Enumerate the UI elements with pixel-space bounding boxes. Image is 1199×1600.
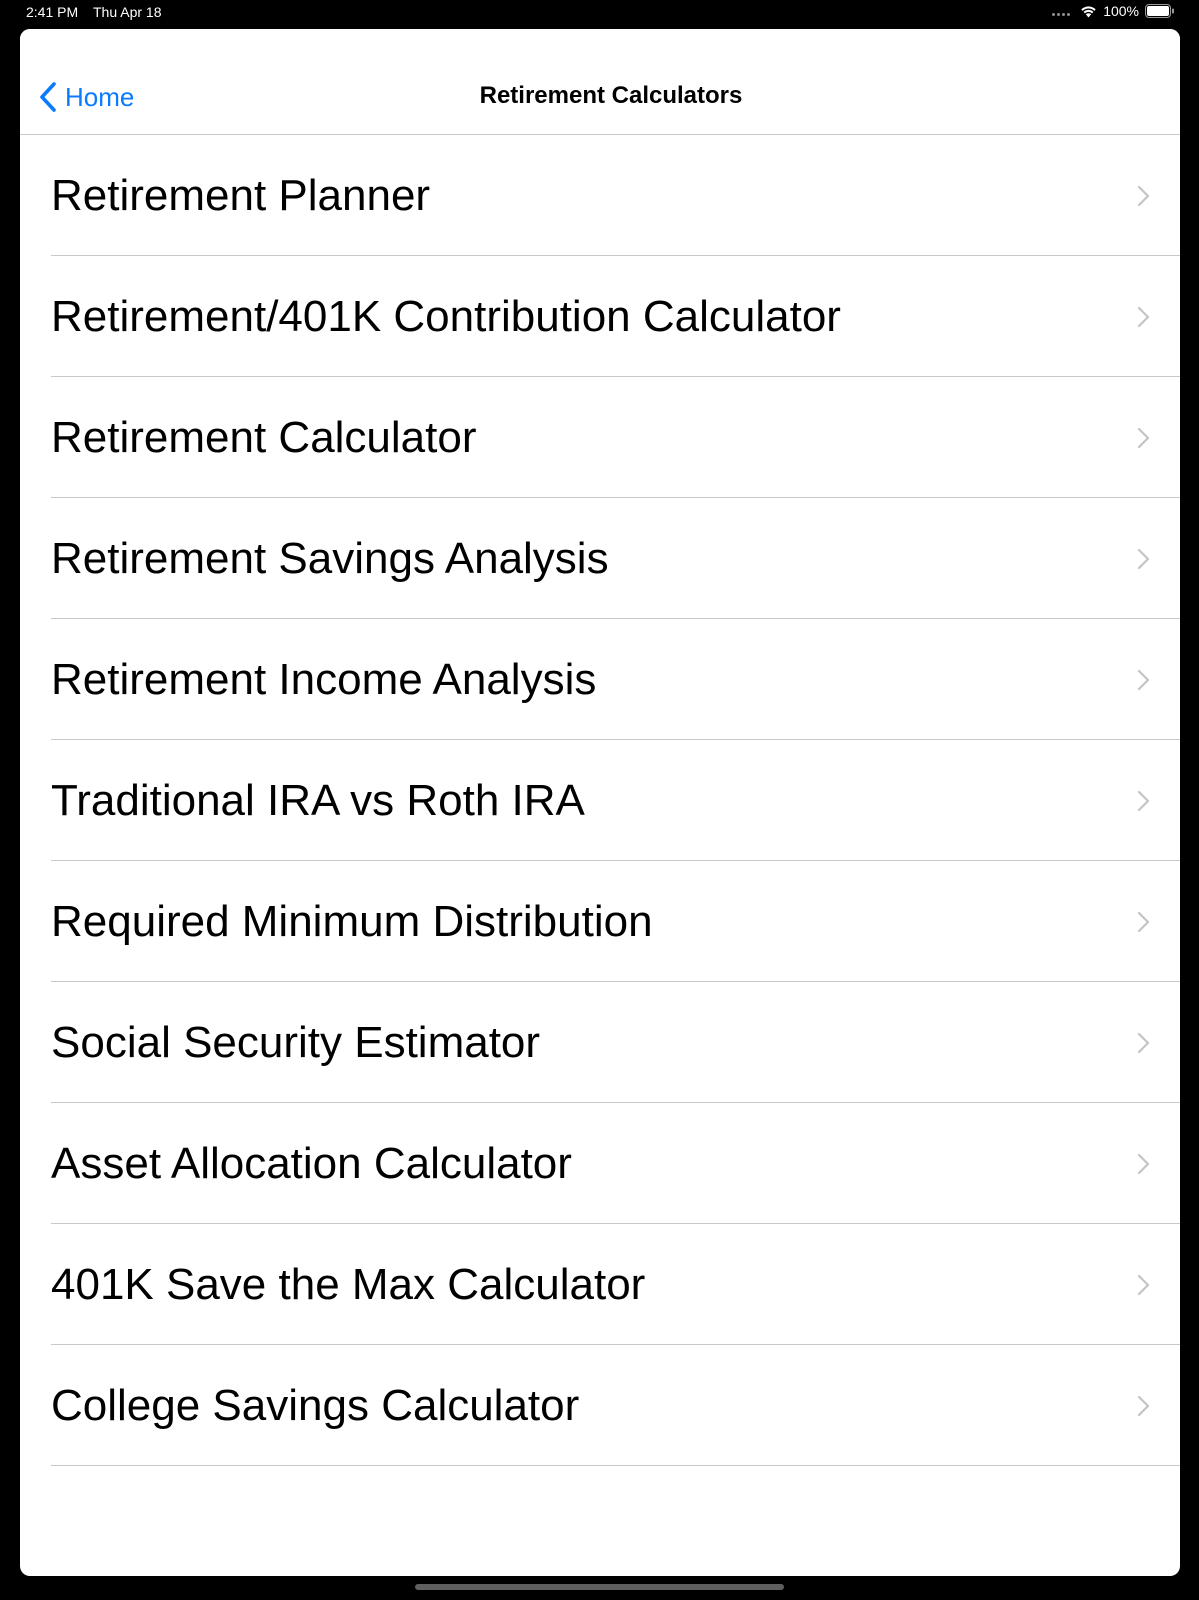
list-item[interactable]: Retirement Calculator — [20, 377, 1180, 498]
wifi-icon — [1081, 5, 1096, 17]
chevron-right-icon — [1137, 548, 1150, 569]
chevron-right-icon — [1137, 1032, 1150, 1053]
status-time: 2:41 PM — [26, 4, 79, 20]
chevron-right-icon — [1137, 790, 1150, 811]
chevron-right-icon — [1137, 1274, 1150, 1295]
status-indicators: 100% — [1052, 3, 1175, 19]
list-item[interactable]: Traditional IRA vs Roth IRA — [20, 740, 1180, 861]
list-item-label: Traditional IRA vs Roth IRA — [51, 775, 585, 825]
list-item[interactable]: Retirement Planner — [20, 135, 1180, 256]
list-item[interactable]: 401K Save the Max Calculator — [20, 1224, 1180, 1345]
home-indicator[interactable] — [415, 1584, 784, 1590]
list-item[interactable]: Required Minimum Distribution — [20, 861, 1180, 982]
page-title: Retirement Calculators — [479, 82, 743, 109]
list-item-label: Retirement Planner — [51, 170, 431, 220]
status-bar: 2:41 PM Thu Apr 18 100% — [0, 0, 1199, 26]
list-item[interactable]: Retirement Income Analysis — [20, 619, 1180, 740]
calculator-list: Retirement Planner Retirement/401K Contr… — [20, 135, 1180, 1466]
chevron-right-icon — [1137, 1395, 1150, 1416]
list-item[interactable]: Asset Allocation Calculator — [20, 1103, 1180, 1224]
battery-percent: 100% — [1103, 3, 1139, 19]
list-item[interactable]: Retirement/401K Contribution Calculator — [20, 256, 1180, 377]
list-item-label: Retirement/401K Contribution Calculator — [51, 291, 841, 341]
list-item[interactable]: College Savings Calculator — [20, 1345, 1180, 1466]
list-item-label: College Savings Calculator — [51, 1380, 580, 1430]
list-item-label: Retirement Savings Analysis — [51, 533, 609, 583]
list-item[interactable]: Social Security Estimator — [20, 982, 1180, 1103]
list-item[interactable]: Retirement Savings Analysis — [20, 498, 1180, 619]
list-item-label: Required Minimum Distribution — [51, 896, 653, 946]
list-item-label: Social Security Estimator — [51, 1017, 541, 1067]
chevron-right-icon — [1137, 427, 1150, 448]
battery-icon — [1145, 4, 1174, 18]
list-item-label: Retirement Calculator — [51, 412, 477, 462]
cellular-dots-icon — [1052, 6, 1071, 16]
modal-sheet: Home Retirement Calculators Retirement P… — [20, 29, 1180, 1576]
list-item-label: 401K Save the Max Calculator — [51, 1259, 646, 1309]
chevron-right-icon — [1137, 669, 1150, 690]
list-item-label: Asset Allocation Calculator — [51, 1138, 572, 1188]
navigation-bar: Home Retirement Calculators — [20, 29, 1180, 135]
chevron-right-icon — [1137, 1153, 1150, 1174]
chevron-right-icon — [1137, 306, 1150, 327]
screen: 2:41 PM Thu Apr 18 100% Home Retirement … — [0, 0, 1199, 1600]
status-date: Thu Apr 18 — [93, 4, 162, 20]
list-item-label: Retirement Income Analysis — [51, 654, 597, 704]
chevron-right-icon — [1137, 185, 1150, 206]
chevron-right-icon — [1137, 911, 1150, 932]
